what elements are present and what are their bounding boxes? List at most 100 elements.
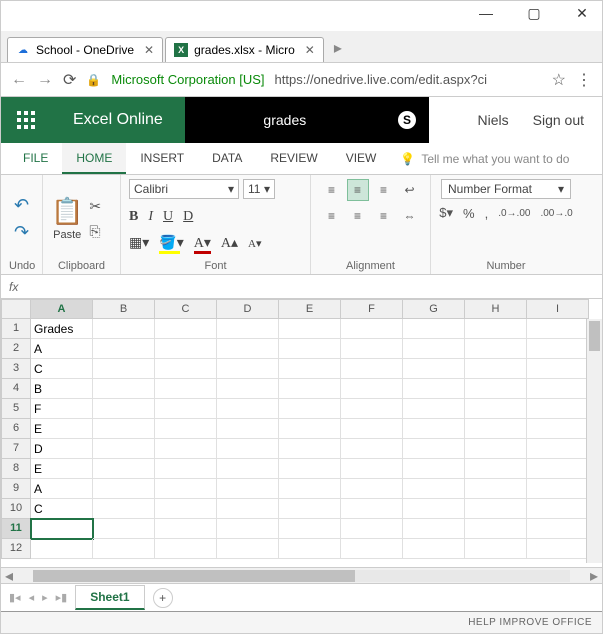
cell[interactable] (155, 539, 217, 559)
cell[interactable] (93, 499, 155, 519)
add-sheet-button[interactable]: + (153, 588, 173, 608)
cell[interactable] (93, 459, 155, 479)
browser-tab-onedrive[interactable]: ☁ School - OneDrive ✕ (7, 37, 163, 62)
row-header[interactable]: 9 (1, 479, 31, 499)
window-minimize[interactable]: — (472, 5, 500, 21)
cell[interactable] (155, 499, 217, 519)
browser-tab-grades[interactable]: X grades.xlsx - Micro ✕ (165, 37, 324, 62)
shrink-font-button[interactable]: A▾ (248, 237, 261, 250)
cell[interactable] (217, 479, 279, 499)
cell[interactable] (93, 439, 155, 459)
row-header[interactable]: 8 (1, 459, 31, 479)
tell-me-box[interactable]: 💡 Tell me what you want to do (390, 143, 579, 174)
horizontal-scrollbar[interactable]: ◂ ▸ (1, 567, 602, 583)
window-maximize[interactable]: ▢ (520, 5, 548, 22)
align-center-button[interactable]: ≡ (347, 205, 369, 227)
cell[interactable] (279, 459, 341, 479)
cell[interactable] (279, 519, 341, 539)
cell[interactable] (527, 319, 589, 339)
cell[interactable] (217, 519, 279, 539)
cell[interactable] (465, 419, 527, 439)
back-button[interactable]: ← (11, 71, 27, 89)
align-top-button[interactable]: ≡ (321, 179, 343, 201)
cell[interactable] (403, 399, 465, 419)
cell[interactable] (527, 519, 589, 539)
tab-data[interactable]: DATA (198, 143, 256, 174)
cell[interactable] (217, 319, 279, 339)
paste-button[interactable]: Paste (53, 229, 81, 241)
cell[interactable] (465, 379, 527, 399)
cell[interactable] (465, 319, 527, 339)
cell[interactable] (527, 379, 589, 399)
cell[interactable] (217, 339, 279, 359)
col-header-g[interactable]: G (403, 299, 465, 319)
sheet-nav-last[interactable]: ▸▮ (56, 591, 68, 604)
cell[interactable] (93, 419, 155, 439)
cell[interactable] (403, 419, 465, 439)
cell[interactable] (341, 539, 403, 559)
cell[interactable] (341, 319, 403, 339)
align-right-button[interactable]: ≡ (373, 205, 395, 227)
font-size-dropdown[interactable]: 11▾ (243, 179, 275, 199)
cell[interactable] (527, 459, 589, 479)
url-text[interactable]: https://onedrive.live.com/edit.aspx?ci (275, 72, 542, 87)
close-icon[interactable]: ✕ (305, 43, 315, 57)
cell[interactable] (155, 459, 217, 479)
grow-font-button[interactable]: A▴ (221, 235, 238, 252)
align-bottom-button[interactable]: ≡ (373, 179, 395, 201)
col-header-i[interactable]: I (527, 299, 589, 319)
percent-button[interactable]: % (463, 206, 475, 221)
new-tab-button[interactable]: ▸ (326, 34, 350, 62)
scroll-left-icon[interactable]: ◂ (1, 566, 17, 584)
cell[interactable] (93, 379, 155, 399)
tab-insert[interactable]: INSERT (126, 143, 198, 174)
col-header-a[interactable]: A (31, 299, 93, 319)
cell[interactable]: C (31, 499, 93, 519)
sheet-nav-first[interactable]: ▮◂ (9, 591, 21, 604)
cell[interactable] (155, 359, 217, 379)
tab-view[interactable]: VIEW (332, 143, 391, 174)
cell[interactable] (279, 359, 341, 379)
italic-button[interactable]: I (148, 209, 153, 225)
cell[interactable] (93, 339, 155, 359)
col-header-f[interactable]: F (341, 299, 403, 319)
cell[interactable] (217, 379, 279, 399)
bookmark-icon[interactable]: ☆ (552, 70, 566, 90)
clipboard-icon[interactable]: 📋 (51, 196, 83, 227)
cell[interactable] (341, 439, 403, 459)
border-button[interactable]: ▦▾ (129, 235, 149, 252)
cell[interactable] (155, 419, 217, 439)
cell[interactable] (403, 339, 465, 359)
cell[interactable] (465, 339, 527, 359)
cell[interactable] (341, 339, 403, 359)
forward-button[interactable]: → (37, 71, 53, 89)
bold-button[interactable]: B (129, 209, 138, 225)
cell[interactable] (279, 479, 341, 499)
cell[interactable] (527, 499, 589, 519)
cell[interactable] (341, 399, 403, 419)
cell[interactable]: E (31, 419, 93, 439)
increase-decimal-button[interactable]: .0→.00 (498, 208, 530, 219)
cell[interactable] (403, 479, 465, 499)
cell[interactable] (465, 439, 527, 459)
close-icon[interactable]: ✕ (144, 43, 154, 57)
cell[interactable] (403, 439, 465, 459)
active-cell[interactable] (31, 519, 93, 539)
scrollbar-thumb[interactable] (589, 321, 600, 351)
cell[interactable] (93, 479, 155, 499)
cell[interactable] (279, 419, 341, 439)
row-header[interactable]: 1 (1, 319, 31, 339)
cell[interactable] (341, 379, 403, 399)
cell[interactable] (465, 539, 527, 559)
cell[interactable] (341, 359, 403, 379)
cell[interactable] (403, 359, 465, 379)
cell[interactable] (341, 499, 403, 519)
sheet-tab[interactable]: Sheet1 (75, 585, 144, 610)
cell[interactable]: C (31, 359, 93, 379)
cell[interactable] (155, 339, 217, 359)
row-header[interactable]: 3 (1, 359, 31, 379)
document-title[interactable]: grades (185, 97, 385, 143)
col-header-d[interactable]: D (217, 299, 279, 319)
cell[interactable] (217, 359, 279, 379)
cell[interactable] (31, 539, 93, 559)
